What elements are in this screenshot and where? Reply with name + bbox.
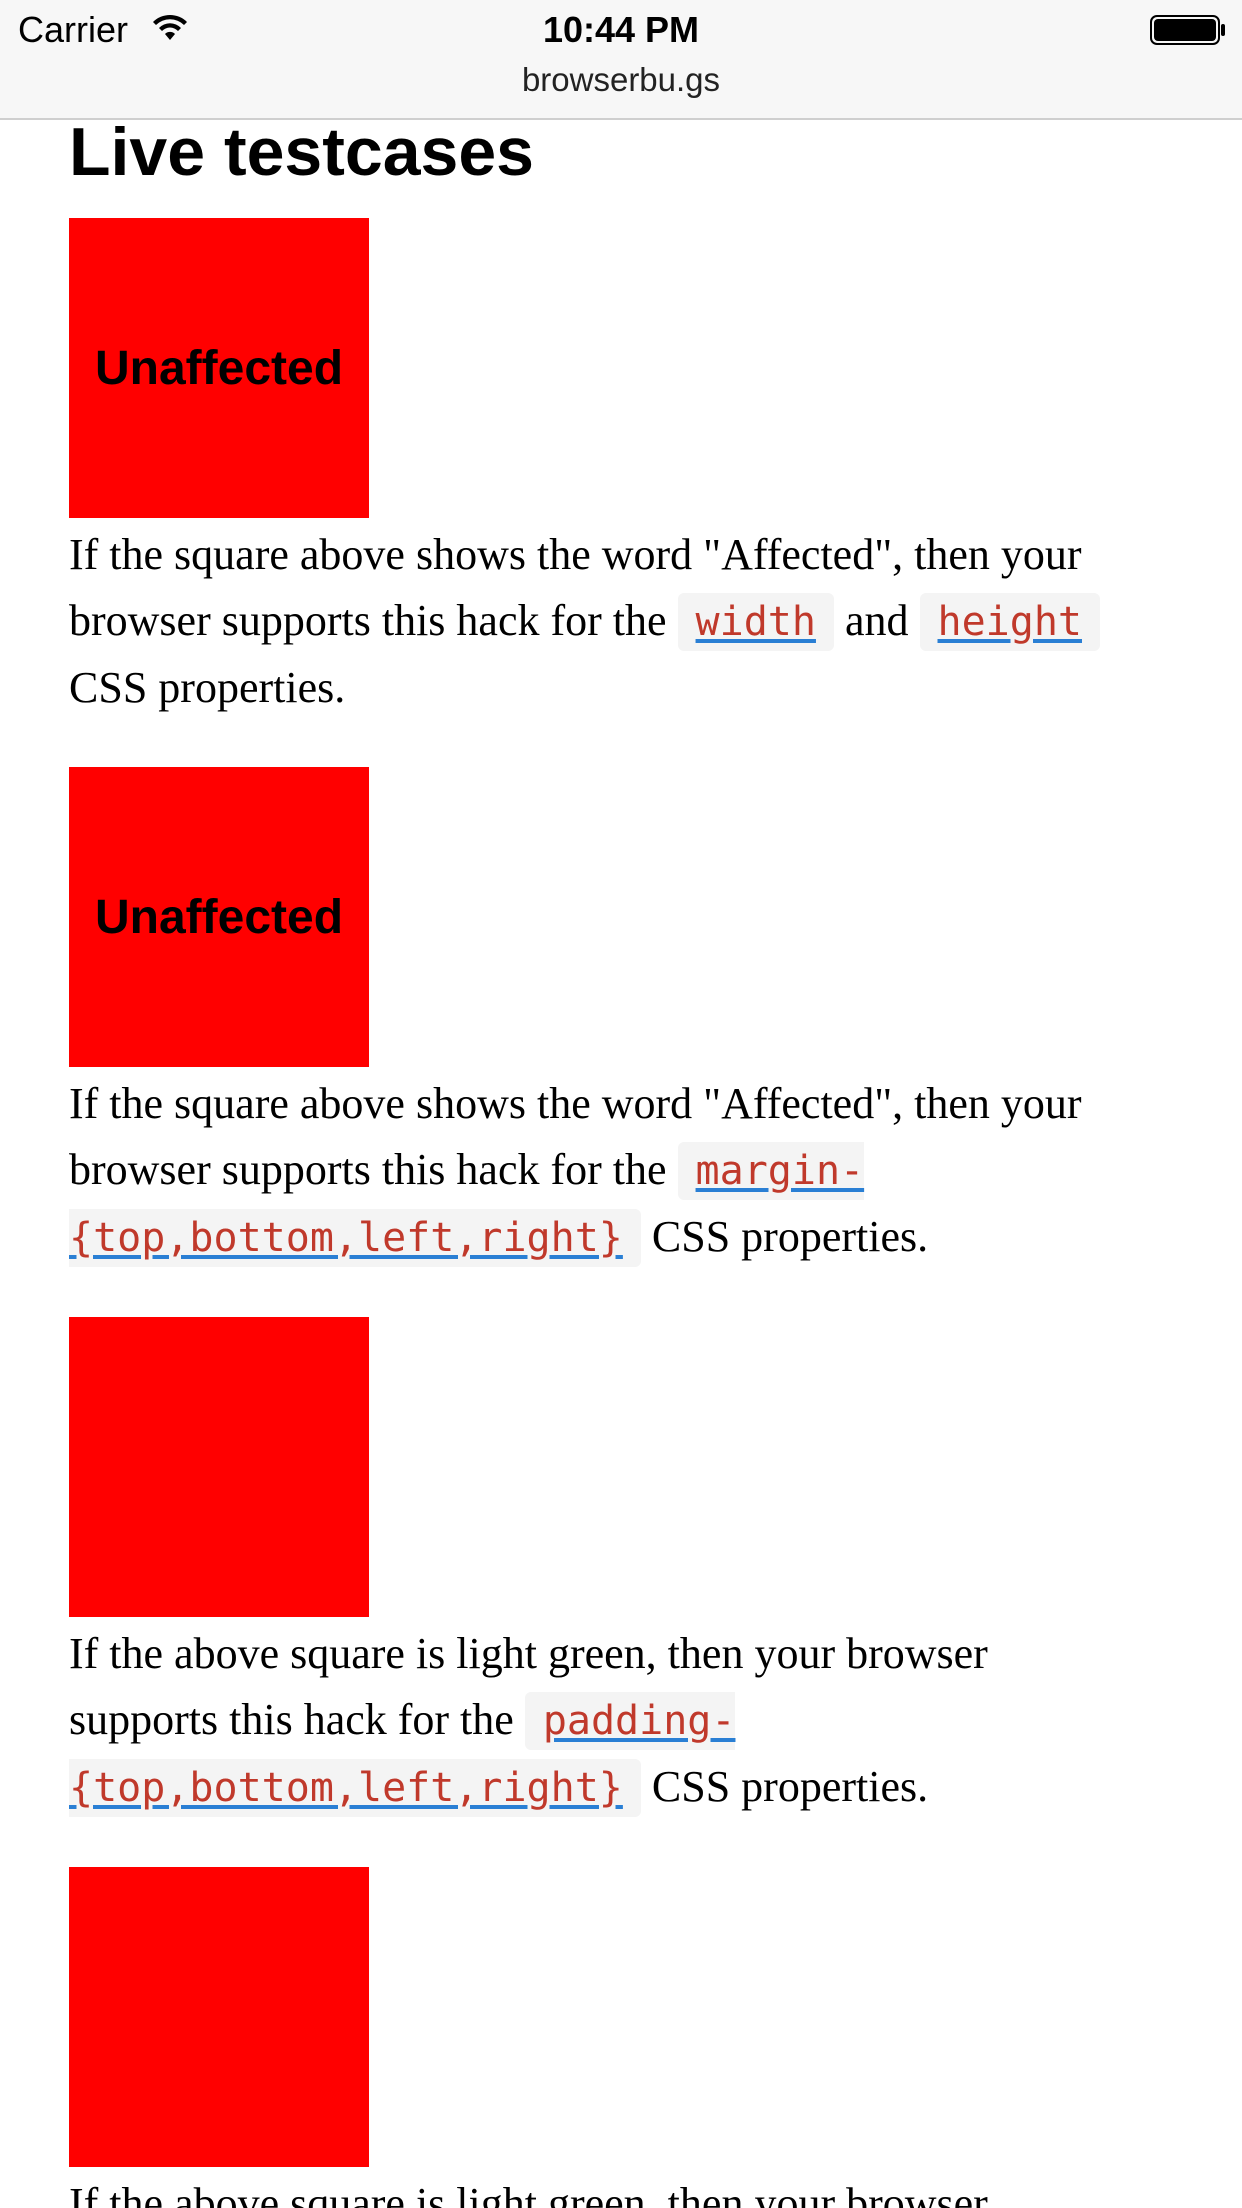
- code-link-height[interactable]: height: [919, 593, 1100, 651]
- testcase-width-height: Unaffected If the square above shows the…: [69, 218, 1189, 721]
- testcase-padding: If the above square is light green, then…: [69, 1317, 1189, 1821]
- battery-icon: [1150, 15, 1225, 45]
- address-bar-url[interactable]: browserbu.gs: [0, 58, 1242, 102]
- testcase-margin: Unaffected If the square above shows the…: [69, 767, 1189, 1271]
- page-title: Live testcases: [69, 114, 534, 190]
- testcase-description: If the square above shows the word "Affe…: [69, 1071, 1109, 1271]
- test-square: [69, 1317, 369, 1617]
- testcase-description: If the above square is light green, then…: [69, 1621, 1109, 1821]
- test-square: Unaffected: [69, 767, 369, 1067]
- test-square: [69, 1867, 369, 2167]
- testcase-description: If the square above shows the word "Affe…: [69, 522, 1109, 721]
- testcase-fourth: If the above square is light green, then…: [69, 1867, 1189, 2208]
- testcase-description: If the above square is light green, then…: [69, 2179, 988, 2208]
- test-square: Unaffected: [69, 218, 369, 518]
- page-content: Live testcases Unaffected If the square …: [69, 112, 1189, 2208]
- status-time: 10:44 PM: [542, 9, 700, 50]
- code-link-width[interactable]: width: [677, 593, 834, 651]
- safari-top-bar: Carrier 10:44 PM browserbu.gs: [0, 0, 1242, 120]
